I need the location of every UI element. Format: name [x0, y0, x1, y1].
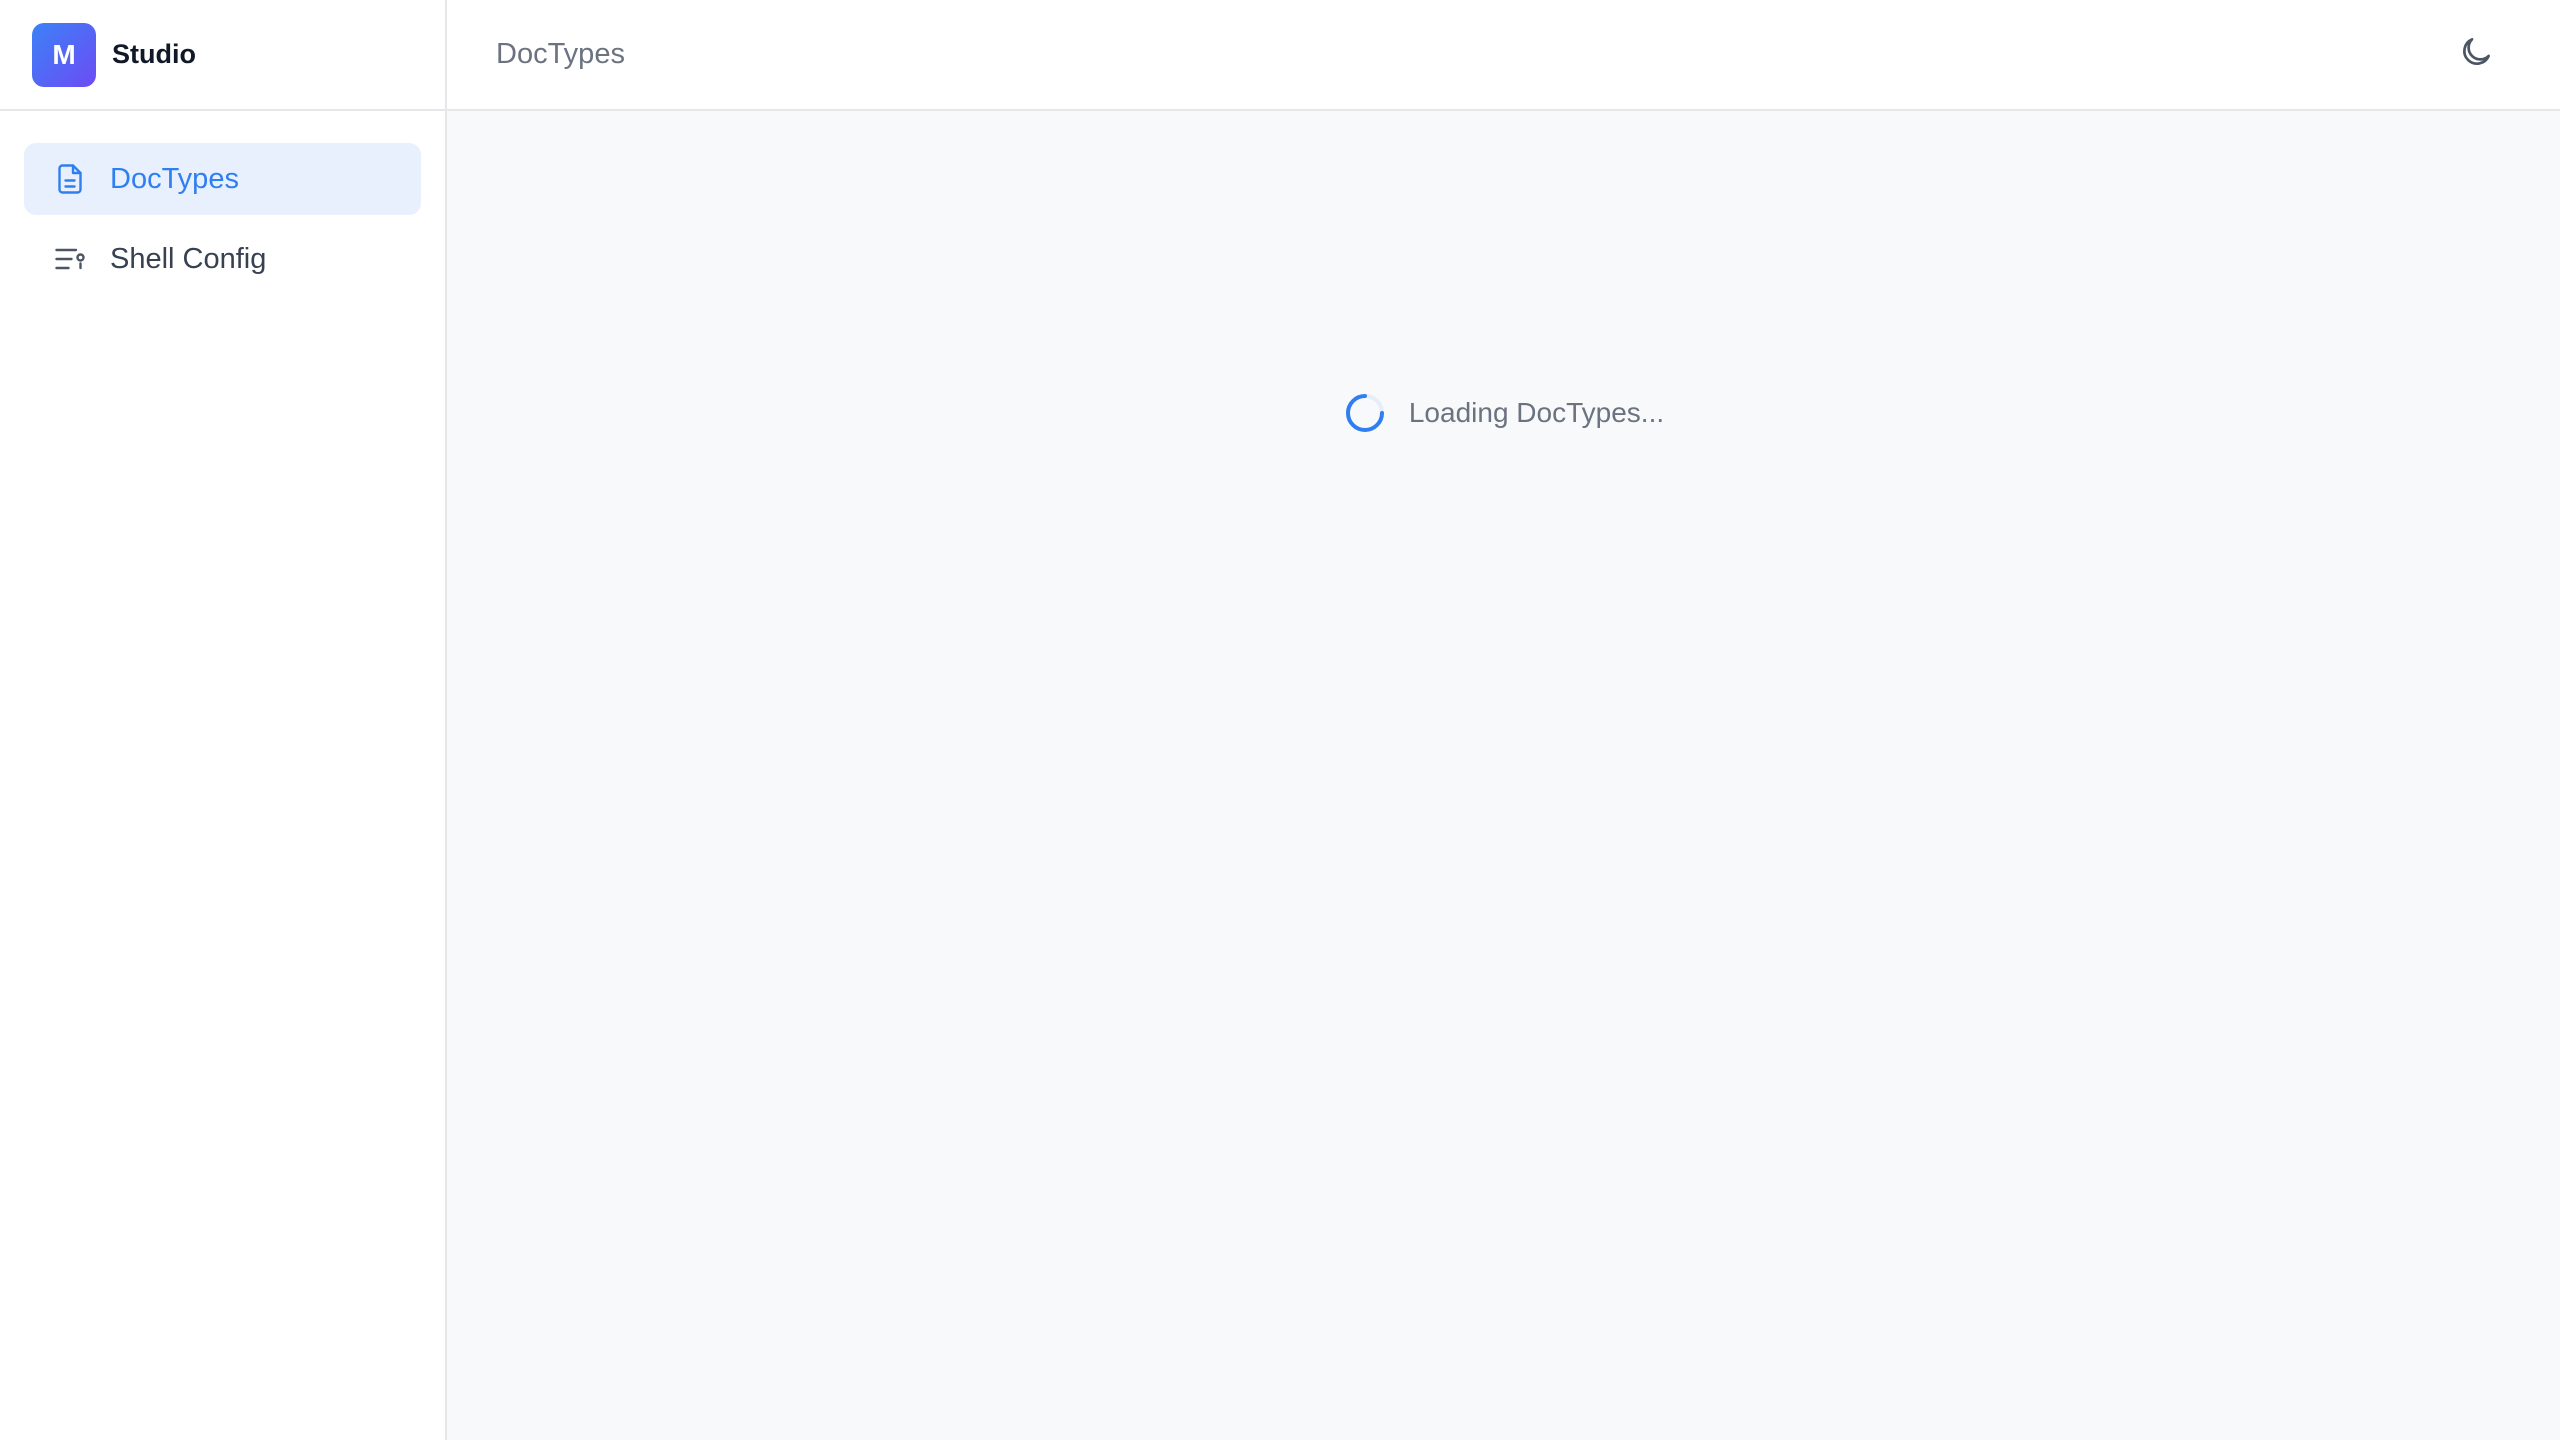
- loading-text: Loading DocTypes...: [1408, 397, 1665, 428]
- sidebar-item-doctypes[interactable]: DocTypes: [24, 143, 421, 215]
- page-title: DocTypes: [496, 38, 625, 70]
- content-area: Loading DocTypes...: [447, 111, 2560, 1440]
- document-icon: [50, 159, 90, 199]
- list-settings-icon: [50, 239, 90, 279]
- moon-icon: [2457, 33, 2495, 76]
- brand-name: Studio: [112, 39, 196, 69]
- brand[interactable]: M Studio: [0, 0, 445, 111]
- sidebar-item-shell-config[interactable]: Shell Config: [24, 223, 421, 295]
- sidebar-item-label: DocTypes: [110, 162, 239, 195]
- sidebar-item-label: Shell Config: [110, 242, 267, 275]
- loading-indicator: Loading DocTypes...: [447, 391, 2560, 435]
- brand-logo: M: [32, 22, 96, 87]
- sidebar-nav: DocTypes Shell Config: [0, 111, 445, 327]
- spinner-icon: [1343, 391, 1387, 435]
- sidebar: M Studio DocTypes Shell Config: [0, 0, 447, 1440]
- main-area: DocTypes Loading DocTypes...: [447, 0, 2560, 1440]
- theme-toggle-button[interactable]: [2448, 27, 2504, 83]
- app-root: M Studio DocTypes Shell Config DocTypes …: [0, 0, 2560, 1440]
- topbar: DocTypes: [447, 0, 2560, 111]
